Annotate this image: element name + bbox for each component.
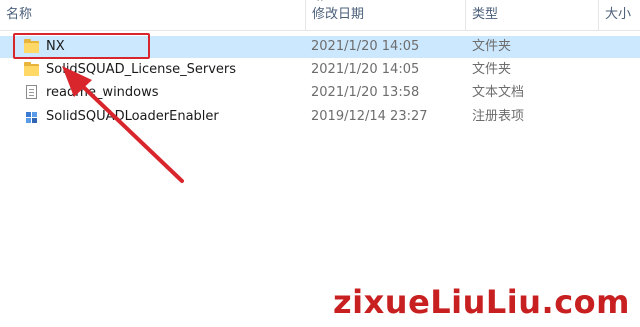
annotation-arrow-icon <box>62 66 184 183</box>
watermark: zixueLiuLiu.com <box>333 283 630 321</box>
